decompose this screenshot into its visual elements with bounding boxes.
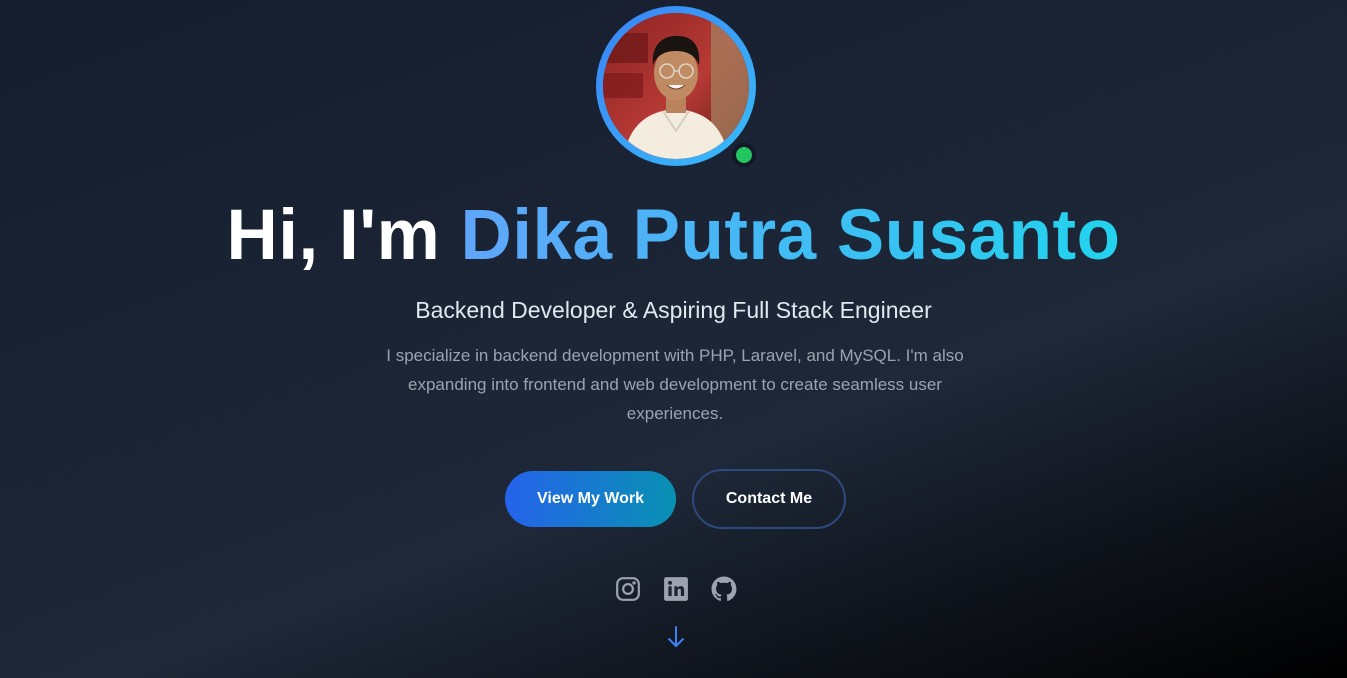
linkedin-icon (664, 577, 688, 601)
hero-section: Hi, I'm Dika Putra Susanto Backend Devel… (0, 0, 1347, 678)
greeting-text: Hi, I'm (226, 196, 441, 275)
profile-photo (603, 13, 749, 159)
avatar-ring (596, 6, 756, 166)
hero-heading: Hi, I'm Dika Putra Susanto (0, 196, 1347, 276)
online-status-dot (732, 143, 756, 167)
social-links (612, 574, 739, 604)
avatar (603, 13, 749, 159)
hero-description: I specialize in backend development with… (386, 346, 964, 423)
instagram-icon (616, 577, 640, 601)
hero-subtitle: Backend Developer & Aspiring Full Stack … (415, 297, 932, 323)
contact-me-button[interactable]: Contact Me (692, 469, 846, 529)
linkedin-link[interactable] (661, 574, 691, 604)
github-icon (711, 576, 737, 602)
github-link[interactable] (709, 574, 739, 604)
view-my-work-button[interactable]: View My Work (505, 471, 676, 527)
instagram-link[interactable] (613, 574, 643, 604)
scroll-down-button[interactable] (665, 624, 687, 650)
arrow-down-icon (668, 626, 684, 647)
name-text: Dika Putra Susanto (460, 196, 1121, 275)
